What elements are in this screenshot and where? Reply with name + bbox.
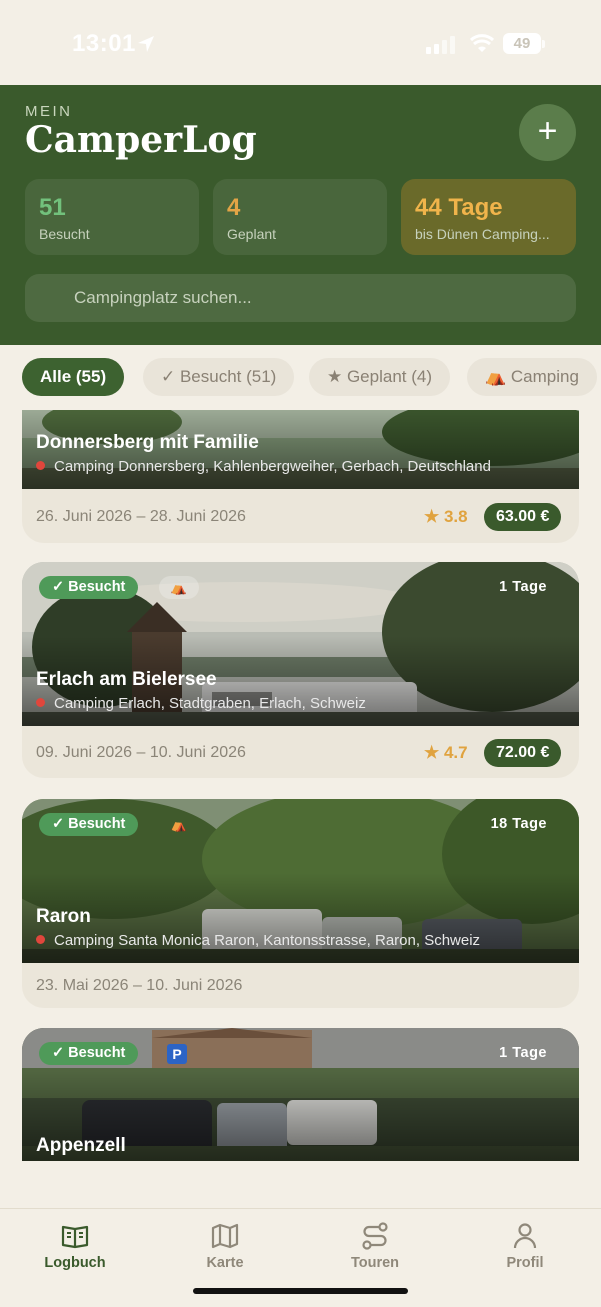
- tab-label: Logbuch: [44, 1255, 106, 1271]
- stat-planned[interactable]: 4 Geplant: [213, 179, 387, 255]
- visited-badge: ✓ Besucht: [39, 813, 139, 836]
- logbook-entry-card[interactable]: ✓ Besucht ⛺ 1 Tage Erlach am Bielersee C…: [22, 562, 579, 778]
- battery-tip: [542, 40, 545, 48]
- book-icon: [61, 1225, 89, 1249]
- home-indicator: [193, 1288, 408, 1294]
- filter-chips: Alle (55) ✓ Besucht (51) ★ Geplant (4) ⛺…: [0, 358, 601, 396]
- entry-name: Donnersberg mit Familie: [36, 432, 259, 453]
- entry-dates: 23. Mai 2026 – 10. Juni 2026: [36, 977, 243, 994]
- entry-dates: 26. Juni 2026 – 28. Juni 2026: [36, 508, 246, 525]
- entry-address-text: Camping Donnersberg, Kahlenbergweiher, G…: [54, 458, 491, 475]
- entry-address: Camping Santa Monica Raron, Kantonsstras…: [36, 932, 480, 949]
- entry-name: Raron: [36, 906, 91, 927]
- filter-camping[interactable]: ⛺ Camping: [467, 358, 597, 396]
- map-icon: [211, 1223, 239, 1249]
- route-icon: [362, 1222, 388, 1250]
- stat-value: 44 Tage: [415, 194, 503, 221]
- entry-address: Camping Donnersberg, Kahlenbergweiher, G…: [36, 458, 491, 475]
- stat-label: Besucht: [39, 226, 90, 242]
- stat-value: 51: [39, 194, 66, 221]
- entry-rating: ★ 3.8: [424, 507, 468, 526]
- cellular-signal-icon: [426, 36, 455, 54]
- logbook-entry-card[interactable]: ✓ Besucht P 1 Tage Appenzell: [22, 1028, 579, 1161]
- search-input[interactable]: Campingplatz suchen...: [25, 274, 576, 322]
- header-eyebrow: MEIN: [25, 103, 73, 120]
- visited-badge: ✓ Besucht: [39, 576, 139, 599]
- entry-photo: ✓ Besucht ⛺ 1 Tage Erlach am Bielersee C…: [22, 562, 579, 726]
- tab-label: Karte: [206, 1255, 244, 1271]
- entry-price: 63.00 €: [484, 503, 562, 531]
- tab-logbuch[interactable]: Logbuch: [0, 1209, 150, 1307]
- entry-days: 18 Tage: [490, 816, 547, 832]
- tab-profil[interactable]: Profil: [450, 1209, 600, 1307]
- entry-days: 1 Tage: [499, 1045, 547, 1061]
- stat-visited[interactable]: 51 Besucht: [25, 179, 199, 255]
- header: MEIN CamperLog + 51 Besucht 4 Geplant 44…: [0, 85, 601, 345]
- wifi-icon: [470, 34, 494, 52]
- stat-label: bis Dünen Camping...: [415, 226, 550, 242]
- entry-photo: Donnersberg mit Familie Camping Donnersb…: [22, 410, 579, 489]
- entry-address-text: Camping Santa Monica Raron, Kantonsstras…: [54, 932, 481, 949]
- entry-dates: 09. Juni 2026 – 10. Juni 2026: [36, 744, 246, 761]
- entry-address: Camping Erlach, Stadtgraben, Erlach, Sch…: [36, 695, 366, 712]
- tab-label: Profil: [506, 1255, 544, 1271]
- status-bar: 13:01 49: [0, 0, 601, 85]
- tab-label: Touren: [350, 1255, 400, 1271]
- search-placeholder: Campingplatz suchen...: [74, 288, 252, 307]
- stat-countdown[interactable]: 44 Tage bis Dünen Camping...: [401, 179, 576, 255]
- stat-label: Geplant: [227, 226, 277, 242]
- add-entry-button[interactable]: +: [519, 104, 576, 161]
- pin-icon: [36, 698, 45, 707]
- entry-name: Appenzell: [36, 1135, 126, 1156]
- app-title: CamperLog: [25, 119, 257, 161]
- photo-gradient: [22, 873, 579, 963]
- visited-badge: ✓ Besucht: [39, 1042, 139, 1065]
- stat-value: 4: [227, 194, 241, 221]
- camping-type-icon: ⛺: [159, 576, 199, 599]
- battery-icon: 49: [503, 33, 541, 54]
- entry-price: 72.00 €: [484, 739, 562, 767]
- entry-name: Erlach am Bielersee: [36, 669, 217, 690]
- entry-days: 1 Tage: [499, 579, 547, 595]
- entry-address-text: Camping Erlach, Stadtgraben, Erlach, Sch…: [54, 695, 366, 712]
- filter-planned[interactable]: ★ Geplant (4): [309, 358, 451, 396]
- filter-visited[interactable]: ✓ Besucht (51): [143, 358, 295, 396]
- person-icon: [513, 1223, 537, 1249]
- entry-photo: ✓ Besucht ⛺ 18 Tage Raron Camping Santa …: [22, 799, 579, 963]
- entry-rating: ★ 4.7: [424, 743, 468, 762]
- logbook-entry-card[interactable]: ✓ Besucht ⛺ 18 Tage Raron Camping Santa …: [22, 799, 579, 1008]
- pin-icon: [36, 461, 45, 470]
- logbook-entry-card[interactable]: Donnersberg mit Familie Camping Donnersb…: [22, 410, 579, 543]
- camping-type-icon: ⛺: [170, 817, 188, 832]
- pin-icon: [36, 935, 45, 944]
- clock: 13:01: [72, 30, 136, 57]
- entry-photo: ✓ Besucht P 1 Tage Appenzell: [22, 1028, 579, 1161]
- location-arrow-icon: [138, 36, 154, 52]
- parking-icon: P: [167, 1044, 187, 1064]
- filter-all[interactable]: Alle (55): [22, 358, 125, 396]
